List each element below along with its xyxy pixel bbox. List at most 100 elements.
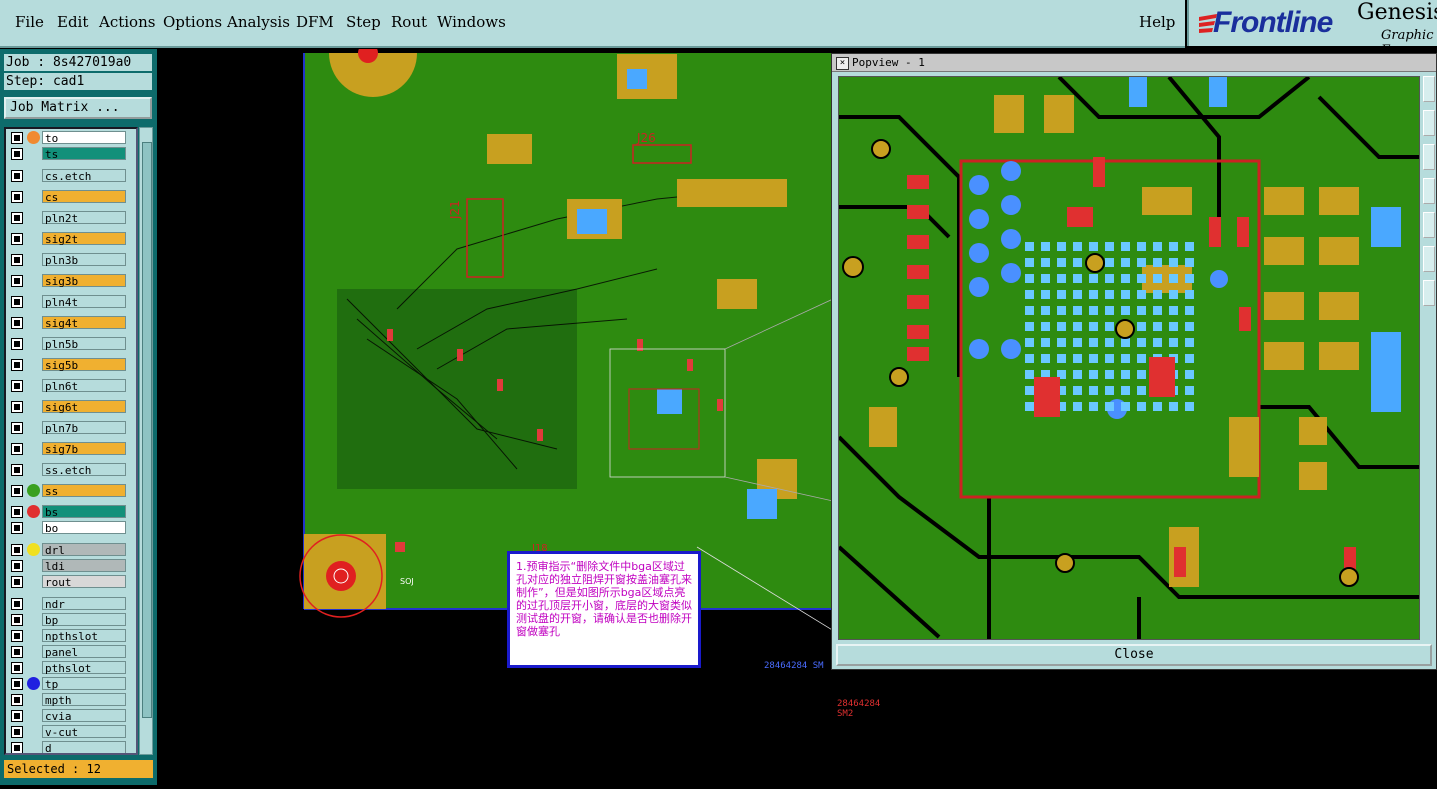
layer-checkbox[interactable] (11, 464, 23, 476)
zoom-in-icon[interactable] (1423, 110, 1435, 136)
layer-row-pthslot[interactable]: pthslot (8, 661, 128, 675)
layer-row-npthslot[interactable]: npthslot (8, 629, 128, 643)
menu-file[interactable]: File (15, 13, 44, 31)
layer-row-d[interactable]: d (8, 741, 128, 753)
layer-checkbox[interactable] (11, 132, 23, 144)
pan-right-icon[interactable] (1423, 246, 1435, 272)
layer-name: npthslot (42, 629, 126, 643)
layer-checkbox[interactable] (11, 359, 23, 371)
scroll-thumb[interactable] (142, 142, 152, 718)
job-matrix-button[interactable]: Job Matrix ... (4, 97, 152, 119)
layer-checkbox[interactable] (11, 614, 23, 626)
layer-row-panel[interactable]: panel (8, 645, 128, 659)
layer-checkbox[interactable] (11, 742, 23, 753)
selected-count: Selected : 12 (4, 760, 153, 778)
layer-checkbox[interactable] (11, 296, 23, 308)
layer-row-mpth[interactable]: mpth (8, 693, 128, 707)
layer-row-ss.etch[interactable]: ss.etch (8, 463, 128, 477)
layer-checkbox[interactable] (11, 662, 23, 674)
layer-row-bs[interactable]: bs (8, 505, 128, 519)
layer-checkbox[interactable] (11, 485, 23, 497)
layer-checkbox[interactable] (11, 170, 23, 182)
layer-row-pln3b[interactable]: pln3b (8, 253, 128, 267)
layer-checkbox[interactable] (11, 401, 23, 413)
menu-windows[interactable]: Windows (437, 13, 506, 31)
layer-row-sig5b[interactable]: sig5b (8, 358, 128, 372)
layer-row-sig3b[interactable]: sig3b (8, 274, 128, 288)
layer-row-pln2t[interactable]: pln2t (8, 211, 128, 225)
layer-name: cvia (42, 709, 126, 723)
popview-close-button[interactable]: Close (836, 644, 1432, 666)
layer-list-scrollbar[interactable] (139, 127, 153, 755)
close-icon[interactable]: × (836, 57, 849, 70)
layer-list[interactable]: to ts cs.etch cs pln2t sig2t pln3b sig3b pln4t si… (4, 127, 138, 755)
layer-checkbox[interactable] (11, 630, 23, 642)
pan-center-icon[interactable] (1423, 280, 1435, 306)
layer-row-pln5b[interactable]: pln5b (8, 337, 128, 351)
menu-rout[interactable]: Rout (391, 13, 427, 31)
pan-left-icon[interactable] (1423, 178, 1435, 204)
menu-dfm[interactable]: DFM (296, 13, 334, 31)
menu-help[interactable]: Help (1139, 13, 1175, 31)
layer-row-cs[interactable]: cs (8, 190, 128, 204)
layer-row-sig6t[interactable]: sig6t (8, 400, 128, 414)
layer-checkbox[interactable] (11, 506, 23, 518)
menu-edit[interactable]: Edit (57, 13, 88, 31)
layer-row-bp[interactable]: bp (8, 613, 128, 627)
graphic-canvas[interactable]: J26 J21 J18 SOJ 28464284 SM 28464284 SM2 (157, 43, 880, 785)
layer-checkbox[interactable] (11, 254, 23, 266)
menu-analysis[interactable]: Analysis (227, 13, 290, 31)
menu-options[interactable]: Options (163, 13, 222, 31)
layer-checkbox[interactable] (11, 560, 23, 572)
layer-checkbox[interactable] (11, 148, 23, 160)
layer-checkbox[interactable] (11, 338, 23, 350)
layer-checkbox[interactable] (11, 422, 23, 434)
layer-row-ss[interactable]: ss (8, 484, 128, 498)
layer-row-pln4t[interactable]: pln4t (8, 295, 128, 309)
popview-titlebar[interactable]: × Popview - 1 (832, 54, 1436, 72)
menu-step[interactable]: Step (346, 13, 381, 31)
layer-row-drl[interactable]: drl (8, 543, 128, 557)
layer-checkbox[interactable] (11, 576, 23, 588)
layer-checkbox[interactable] (11, 544, 23, 556)
layer-checkbox[interactable] (11, 380, 23, 392)
layer-checkbox[interactable] (11, 646, 23, 658)
layer-name: cs (42, 190, 126, 204)
menu-actions[interactable]: Actions (99, 13, 155, 31)
layer-checkbox[interactable] (11, 678, 23, 690)
layer-checkbox[interactable] (11, 275, 23, 287)
layer-row-pln7b[interactable]: pln7b (8, 421, 128, 435)
popview-canvas[interactable] (838, 76, 1420, 640)
layer-checkbox[interactable] (11, 233, 23, 245)
layer-row-sig7b[interactable]: sig7b (8, 442, 128, 456)
layer-row-pln6t[interactable]: pln6t (8, 379, 128, 393)
layer-checkbox[interactable] (11, 317, 23, 329)
layer-checkbox[interactable] (11, 522, 23, 534)
layer-row-sig4t[interactable]: sig4t (8, 316, 128, 330)
layer-row-ldi[interactable]: ldi (8, 559, 128, 573)
zoom-home-icon[interactable] (1423, 76, 1435, 102)
layer-name: sig4t (42, 316, 126, 330)
layer-checkbox[interactable] (11, 694, 23, 706)
layer-row-ndr[interactable]: ndr (8, 597, 128, 611)
layer-name: pln2t (42, 211, 126, 225)
layer-checkbox[interactable] (11, 710, 23, 722)
layer-row-ts[interactable]: ts (8, 147, 128, 161)
zoom-out-icon[interactable] (1423, 144, 1435, 170)
layer-row-cvia[interactable]: cvia (8, 709, 128, 723)
layer-row-to[interactable]: to (8, 131, 128, 145)
layer-row-rout[interactable]: rout (8, 575, 128, 589)
layer-row-bo[interactable]: bo (8, 521, 128, 535)
layer-row-v-cut[interactable]: v-cut (8, 725, 128, 739)
pcb-board-view[interactable]: J26 J21 J18 SOJ (157, 43, 848, 785)
layer-row-tp[interactable]: tp (8, 677, 128, 691)
layer-checkbox[interactable] (11, 191, 23, 203)
layer-row-sig2t[interactable]: sig2t (8, 232, 128, 246)
zoom-window-icon[interactable] (1423, 212, 1435, 238)
layer-row-cs.etch[interactable]: cs.etch (8, 169, 128, 183)
popview-title: Popview - 1 (852, 56, 925, 69)
layer-checkbox[interactable] (11, 726, 23, 738)
layer-checkbox[interactable] (11, 212, 23, 224)
layer-checkbox[interactable] (11, 443, 23, 455)
layer-checkbox[interactable] (11, 598, 23, 610)
